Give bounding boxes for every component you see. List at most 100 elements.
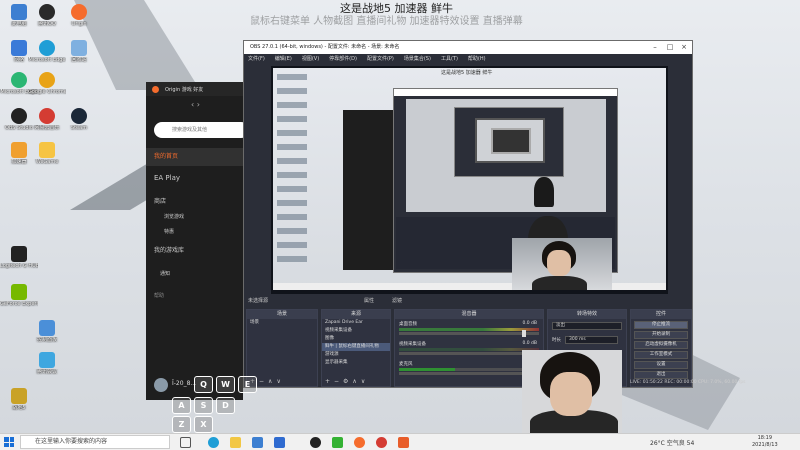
close-icon[interactable]: ×: [677, 41, 691, 54]
start-recording-button[interactable]: 开始录制: [634, 331, 688, 339]
origin-titlebar: Origin 游戏 好友: [146, 82, 243, 96]
origin-search-input[interactable]: 搜索游戏及其他: [154, 122, 249, 138]
origin-menu-help[interactable]: 帮助: [154, 292, 164, 299]
source-item[interactable]: 鲜牛 | 鼠标右键直播间礼物: [322, 343, 390, 351]
desktop-icon-steam[interactable]: Steam: [60, 108, 98, 131]
obs-menu-file[interactable]: 文件(F): [248, 54, 265, 64]
obs-menu-view[interactable]: 视图(V): [302, 54, 319, 64]
windows-start-icon[interactable]: [4, 437, 14, 447]
nested-webcam-streamer: [534, 177, 554, 207]
virtual-camera-button[interactable]: 启动虚拟摄像机: [634, 341, 688, 349]
origin-menu-notifications[interactable]: 通知: [160, 270, 170, 277]
nested-preview-level-3: [475, 118, 545, 163]
desktop-icon-bf5[interactable]: 战地5: [0, 388, 38, 411]
computer-icon: [11, 4, 27, 20]
nested-preview-level-2: [454, 107, 564, 177]
task-view-icon[interactable]: [180, 437, 191, 448]
origin-icon[interactable]: [354, 437, 365, 448]
desktop-icon-tencent-meeting[interactable]: 腾讯会议: [28, 352, 66, 375]
transition-duration-input[interactable]: 300 ms: [565, 336, 618, 344]
desktop-icon-origin[interactable]: Origin: [60, 4, 98, 27]
obs-menu-profile[interactable]: 配置文件(P): [367, 54, 394, 64]
obs-menu-help[interactable]: 帮助(H): [468, 54, 486, 64]
taskbar-search-input[interactable]: 在这里输入你要搜索的内容: [20, 435, 170, 449]
key-e: E: [238, 376, 257, 393]
filters-button[interactable]: 滤镜: [392, 296, 402, 306]
transition-type-select[interactable]: 淡出: [552, 322, 622, 330]
wechat-icon[interactable]: [332, 437, 343, 448]
obs-menu-tools[interactable]: 工具(T): [441, 54, 458, 64]
transition-duration-row: 时长 300 ms: [552, 333, 622, 347]
streamer-face: [547, 250, 571, 276]
mixer-dock-header: 混音器: [395, 310, 543, 319]
origin-menu-library[interactable]: 我的游戏库: [154, 245, 184, 254]
mail-icon[interactable]: [274, 437, 285, 448]
edge-icon: [39, 40, 55, 56]
network-icon: [11, 40, 27, 56]
duration-label: 时长: [552, 338, 561, 343]
source-item[interactable]: 显示器采集: [322, 359, 390, 367]
origin-menu-browse[interactable]: 浏览游戏: [164, 213, 184, 220]
control-panel-icon: [39, 320, 55, 336]
properties-button[interactable]: 属性: [364, 296, 374, 306]
key-z: Z: [172, 416, 191, 433]
origin-top-nav[interactable]: Origin 游戏 好友: [165, 86, 203, 93]
qq-icon: [39, 4, 55, 20]
chrome-icon: [39, 72, 55, 88]
edge-icon[interactable]: [208, 437, 219, 448]
desktop-icon-chrome[interactable]: Google Chrome: [28, 72, 66, 95]
mixer-channel-name: 桌面音频 0.0 dB: [399, 321, 537, 327]
sources-dock-header: 来源: [322, 310, 390, 319]
wegame-icon: [39, 142, 55, 158]
key-q: Q: [194, 376, 213, 393]
store-icon[interactable]: [252, 437, 263, 448]
game-icon[interactable]: [398, 437, 409, 448]
obs-window[interactable]: OBS 27.0.1 (64-bit, windows) - 配置文件: 未命名…: [243, 40, 746, 388]
origin-menu-store[interactable]: 商店: [154, 196, 166, 205]
volume-slider[interactable]: [399, 330, 539, 337]
desktop-icon-control-panel[interactable]: 控制面板: [28, 320, 66, 343]
volume-slider[interactable]: [399, 370, 539, 377]
origin-menu-ea-play[interactable]: EA Play: [154, 174, 180, 182]
source-tools[interactable]: +−⚙∧∨: [325, 378, 369, 385]
obs-icon[interactable]: [310, 437, 321, 448]
volume-slider[interactable]: [399, 350, 539, 357]
key-w: W: [216, 376, 235, 393]
controls-dock: 控件 停止推流 开始录制 启动虚拟摄像机 工作室模式 设置 退出: [630, 309, 692, 387]
steam-icon: [71, 108, 87, 124]
stop-streaming-button[interactable]: 停止推流: [634, 321, 688, 329]
avatar[interactable]: [154, 378, 168, 392]
exit-button[interactable]: 退出: [634, 371, 688, 379]
source-item[interactable]: 游戏源: [322, 351, 390, 359]
origin-back-forward[interactable]: ‹ ›: [191, 100, 200, 109]
source-item[interactable]: 图像: [322, 335, 390, 343]
file-explorer-icon[interactable]: [230, 437, 241, 448]
desktop-icon-geforce[interactable]: GeForce Experience: [0, 284, 38, 307]
obs-icon: [11, 108, 27, 124]
minimize-icon[interactable]: –: [648, 41, 662, 54]
origin-menu-deals[interactable]: 特惠: [164, 228, 174, 235]
obs-menu-docks[interactable]: 停靠部件(D): [329, 54, 357, 64]
netease-music-icon[interactable]: [376, 437, 387, 448]
source-item[interactable]: Zapani Drive Ear: [322, 319, 390, 327]
obs-titlebar: OBS 27.0.1 (64-bit, windows) - 配置文件: 未命名…: [244, 41, 692, 54]
maximize-icon[interactable]: □: [663, 41, 677, 54]
studio-mode-button[interactable]: 工作室模式: [634, 351, 688, 359]
taskbar-clock[interactable]: 18:19 2021/8/13: [752, 435, 778, 449]
origin-window[interactable]: Origin 游戏 好友 ‹ › 搜索游戏及其他 我的首页 EA Play 商店…: [146, 82, 249, 400]
nested-preview: [406, 99, 606, 212]
desktop-icon-ghub[interactable]: Logitech G HUB: [0, 246, 38, 269]
source-item[interactable]: 视频采集设备: [322, 327, 390, 335]
transitions-dock-header: 转场特效: [548, 310, 626, 319]
scene-item[interactable]: 场景: [247, 319, 317, 327]
desktop-icon-recycle-bin[interactable]: 回收站: [60, 40, 98, 63]
obs-menu-edit[interactable]: 编辑(E): [275, 54, 292, 64]
desktop-icon-wegame[interactable]: WeGame: [28, 142, 66, 165]
origin-menu-home[interactable]: 我的首页: [146, 148, 243, 166]
obs-menu-scene-collection[interactable]: 场景集合(S): [404, 54, 431, 64]
obs-source-toolbar: 未选择源 属性 滤镜: [244, 296, 694, 306]
origin-logo-icon: [152, 85, 159, 93]
nested-origin-window: [343, 110, 393, 270]
system-tray-weather[interactable]: 26°C 空气良 54: [650, 438, 694, 447]
settings-button[interactable]: 设置: [634, 361, 688, 369]
